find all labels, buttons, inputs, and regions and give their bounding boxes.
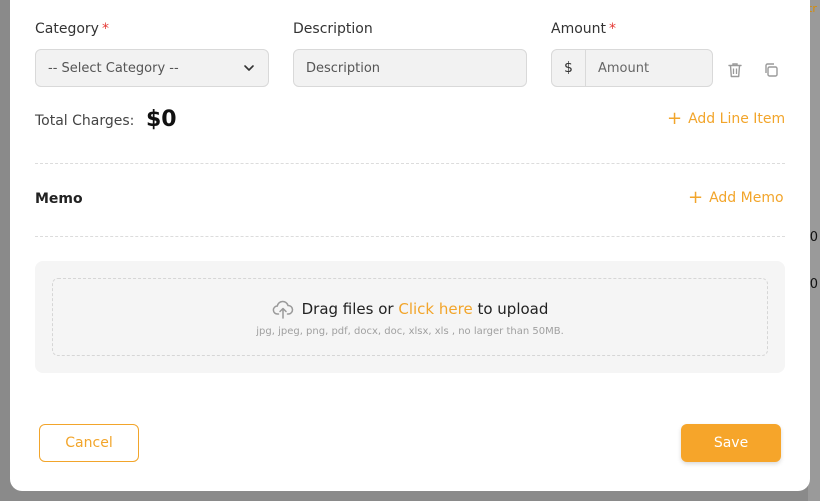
required-asterisk: * bbox=[609, 21, 617, 37]
section-divider bbox=[35, 163, 785, 164]
category-label-text: Category bbox=[35, 21, 99, 37]
amount-placeholder: Amount bbox=[598, 60, 650, 76]
description-label: Description bbox=[293, 21, 373, 37]
total-charges-label: Total Charges: bbox=[35, 113, 135, 129]
backdrop-value-fragment: 0 bbox=[809, 277, 818, 292]
add-line-item-label: Add Line Item bbox=[688, 111, 786, 127]
plus-icon: + bbox=[667, 108, 683, 129]
required-asterisk: * bbox=[101, 21, 109, 37]
amount-field: $ Amount bbox=[551, 49, 713, 87]
amount-label-text: Amount bbox=[551, 21, 607, 37]
description-placeholder: Description bbox=[306, 60, 381, 76]
add-line-item-button[interactable]: + Add Line Item bbox=[667, 110, 785, 128]
duplicate-line-button[interactable] bbox=[761, 60, 781, 80]
category-select-value: -- Select Category -- bbox=[48, 60, 179, 76]
trash-icon bbox=[728, 63, 742, 78]
amount-label: Amount * bbox=[551, 21, 616, 37]
backdrop-value-fragment: 0 bbox=[809, 230, 818, 245]
chevron-down-icon bbox=[244, 65, 254, 71]
charges-modal: Category * -- Select Category -- Descript… bbox=[10, 0, 810, 491]
amount-input[interactable]: Amount bbox=[586, 50, 712, 86]
cloud-upload-icon bbox=[272, 300, 293, 319]
upload-click-link[interactable]: Click here bbox=[398, 300, 472, 318]
upload-dropzone[interactable]: Drag files or Click here to upload jpg, … bbox=[52, 278, 768, 356]
upload-file-hint: jpg, jpeg, png, pdf, docx, doc, xlsx, xl… bbox=[256, 325, 564, 337]
save-button[interactable]: Save bbox=[681, 424, 781, 462]
upload-suffix-text: to upload bbox=[477, 299, 549, 318]
currency-prefix: $ bbox=[552, 50, 586, 86]
total-charges-value: $0 bbox=[146, 107, 177, 132]
copy-icon bbox=[765, 63, 778, 77]
category-label: Category * bbox=[35, 21, 109, 37]
memo-label: Memo bbox=[35, 191, 83, 207]
delete-line-button[interactable] bbox=[725, 60, 745, 80]
description-input[interactable]: Description bbox=[293, 49, 527, 87]
cancel-button[interactable]: Cancel bbox=[39, 424, 139, 462]
plus-icon: + bbox=[688, 187, 704, 208]
add-memo-button[interactable]: + Add Memo bbox=[688, 189, 784, 207]
upload-prefix-text: Drag files or bbox=[301, 299, 394, 318]
add-memo-label: Add Memo bbox=[709, 190, 784, 206]
section-divider bbox=[35, 236, 785, 237]
upload-instructions: Drag files or Click here to upload bbox=[272, 298, 549, 320]
category-select[interactable]: -- Select Category -- bbox=[35, 49, 269, 87]
upload-area: Drag files or Click here to upload jpg, … bbox=[35, 261, 785, 373]
